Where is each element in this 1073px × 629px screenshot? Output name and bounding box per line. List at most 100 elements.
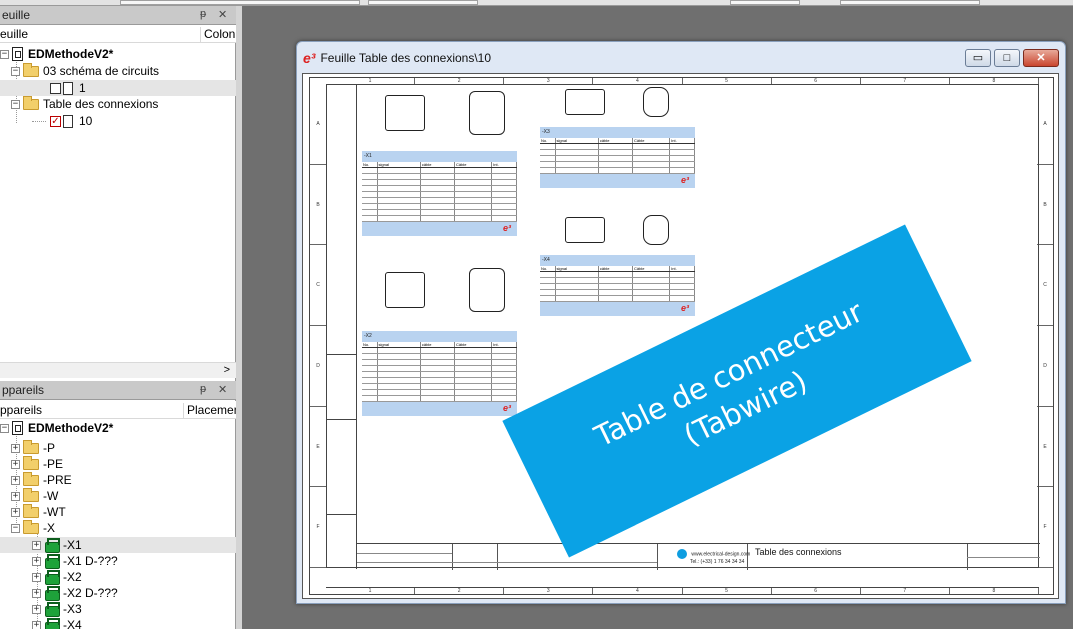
connector-icon (44, 618, 60, 629)
feuille-panel-title[interactable]: euille ᵽ ✕ (0, 6, 236, 25)
expand-icon[interactable]: + (32, 588, 41, 598)
tree-root-project[interactable]: − EDMethodeV2* (0, 46, 113, 62)
tree-folder[interactable]: + -P (11, 439, 55, 456)
tree-folder[interactable]: + -PRE (11, 471, 72, 488)
expand-icon[interactable]: + (11, 459, 20, 469)
minimize-button[interactable]: ▭ (965, 49, 991, 67)
table-column-header: No. (362, 342, 378, 347)
connection-table-x4[interactable]: -X4 No. signal câble Câble Int. e³ (540, 255, 695, 316)
horizontal-scrollbar[interactable]: > (0, 362, 236, 378)
tree-folder[interactable]: − -X (11, 519, 55, 536)
table-column-header: Câble (633, 266, 671, 271)
table-column-header: câble (421, 342, 455, 347)
expand-icon[interactable]: + (11, 443, 20, 453)
connector-drawing-x3-face (643, 87, 669, 117)
tree-device[interactable]: + -X2 (32, 569, 82, 585)
connector-icon (44, 538, 60, 553)
tree-device[interactable]: + -X3 (32, 601, 82, 617)
expand-icon[interactable]: + (32, 540, 41, 550)
ruler-row-C: C (1037, 245, 1053, 327)
expand-icon[interactable]: + (32, 572, 41, 582)
collapse-icon[interactable]: − (11, 66, 20, 76)
expand-icon[interactable]: + (11, 475, 20, 485)
connection-table-x2[interactable]: -X2 No. signal câble Câble Int. e³ (362, 331, 517, 416)
close-icon[interactable]: ✕ (218, 8, 227, 21)
sheet-checkbox[interactable] (50, 82, 61, 94)
e3-logo-icon: e³ (502, 403, 511, 413)
tree-folder-table[interactable]: − Table des connexions (11, 95, 158, 112)
device-label: -X2 D-??? (63, 586, 118, 600)
table-column-header: Int. (670, 266, 695, 271)
ruler-row-E: E (310, 407, 326, 488)
sheet-checkbox-checked[interactable]: ✓ (50, 115, 61, 127)
tree-device[interactable]: + -X4 (32, 617, 82, 629)
collapse-icon[interactable]: − (11, 523, 20, 533)
tree-device[interactable]: + -X1 D-??? (32, 553, 118, 569)
tree-root-project[interactable]: − EDMethodeV2* (0, 420, 113, 436)
table-column-header: Câble (455, 342, 493, 347)
tree-sheet-10[interactable]: ✓ 10 (50, 113, 92, 129)
tree-device[interactable]: + -X2 D-??? (32, 585, 118, 601)
connection-table-x1[interactable]: -X1 No. signal câble Câble Int. e³ (362, 151, 517, 236)
connector-drawing-x1-face (469, 91, 505, 135)
e3-logo-icon: e³ (680, 175, 689, 185)
tree-folder[interactable]: + -WT (11, 503, 66, 520)
expand-icon[interactable]: + (11, 507, 20, 517)
table-column-header: No. (540, 266, 556, 271)
sheet-icon (63, 114, 73, 128)
ruler-col-6: 6 (772, 588, 861, 594)
connection-table-x3[interactable]: -X3 No. signal câble Câble Int. e³ (540, 127, 695, 188)
maximize-button[interactable]: □ (994, 49, 1020, 67)
expand-icon[interactable]: + (32, 620, 41, 629)
row-ruler-right: ABCDEF (1037, 84, 1053, 569)
column-other[interactable]: Placemen (183, 403, 240, 419)
tree-device-x1[interactable]: + -X1 (0, 537, 236, 553)
appareils-panel-title[interactable]: ppareils ᵽ ✕ (0, 381, 236, 400)
connector-drawing-x2-side (385, 272, 425, 308)
column-name[interactable]: euille (0, 27, 28, 41)
tree-folder[interactable]: + -W (11, 487, 58, 504)
company-info: www.electrical-design.com Tel.: (+33) 1 … (677, 549, 750, 565)
ruler-row-E: E (1037, 407, 1053, 488)
tree-folder-schema[interactable]: − 03 schéma de circuits (11, 62, 159, 79)
dock-splitter[interactable] (236, 6, 242, 629)
expand-icon[interactable]: + (32, 604, 41, 614)
company-phone: Tel.: (+33) 1 76 34 34 34 (690, 559, 745, 565)
pin-icon[interactable]: ᵽ (200, 8, 206, 20)
table-column-header: Câble (633, 138, 671, 143)
close-button[interactable]: ✕ (1023, 49, 1059, 67)
folder-label: -X (43, 521, 55, 535)
project-label: EDMethodeV2* (28, 421, 114, 435)
pin-icon[interactable]: ᵽ (200, 383, 206, 395)
project-icon (12, 47, 23, 61)
left-dock: euille ᵽ ✕ euille Colonn − EDMethodeV2* … (0, 6, 242, 629)
table-column-header: signal (378, 162, 421, 167)
project-icon (12, 421, 23, 435)
sheet-label: 1 (79, 81, 86, 95)
close-icon[interactable]: ✕ (218, 383, 227, 396)
tree-sheet-1[interactable]: 1 (0, 80, 236, 96)
connector-icon (44, 554, 60, 569)
table-column-header: Câble (455, 162, 493, 167)
window-title-text: Feuille Table des connexions\10 (320, 51, 492, 65)
collapse-icon[interactable]: − (11, 99, 20, 109)
e3-logo-icon: e³ (303, 50, 316, 66)
connector-drawing-x4-face (643, 215, 669, 245)
expand-icon[interactable]: + (11, 491, 20, 501)
folder-icon (23, 519, 39, 534)
folder-label: -WT (43, 505, 66, 519)
collapse-icon[interactable]: − (0, 423, 9, 433)
ruler-col-3: 3 (504, 588, 594, 594)
connector-drawing-x1-side (385, 95, 425, 131)
column-name[interactable]: ppareils (0, 403, 42, 417)
e3-logo-icon: e³ (680, 303, 689, 313)
folder-icon (23, 62, 39, 77)
table-title: -X2 (362, 331, 517, 342)
tree-folder[interactable]: + -PE (11, 455, 64, 472)
scroll-right-icon[interactable]: > (224, 364, 230, 376)
folder-label: -PE (43, 457, 64, 471)
collapse-icon[interactable]: − (0, 49, 9, 59)
table-title: -X4 (540, 255, 695, 266)
expand-icon[interactable]: + (32, 556, 41, 566)
table-title: -X3 (540, 127, 695, 138)
